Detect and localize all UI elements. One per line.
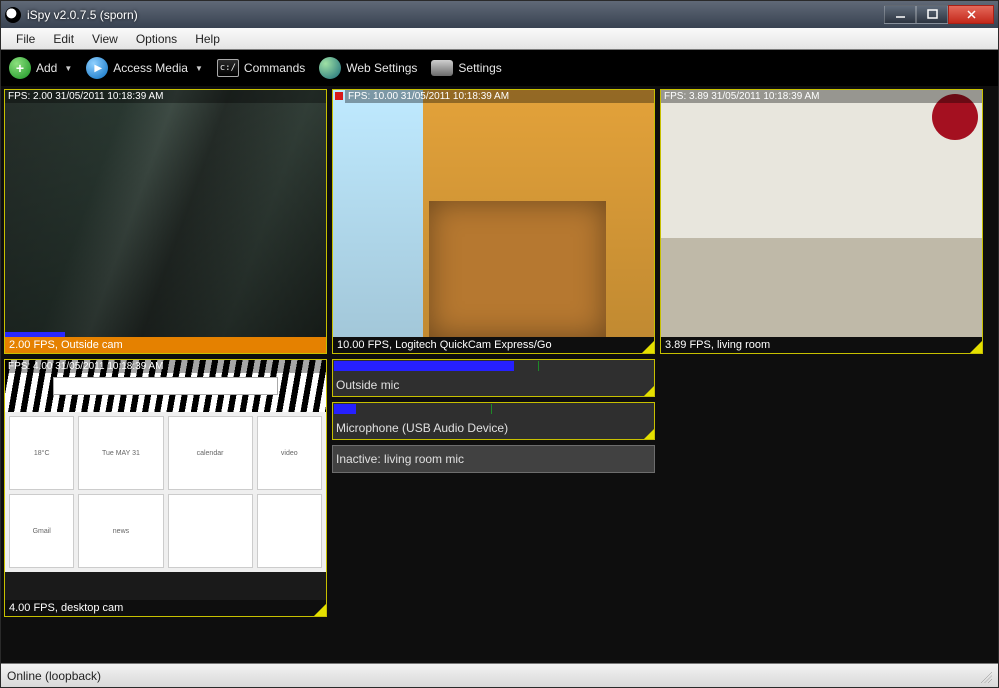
web-settings-button[interactable]: Web Settings <box>319 57 417 79</box>
misc-widget <box>257 494 322 568</box>
audio-level-icon <box>5 332 65 337</box>
globe-icon <box>319 57 341 79</box>
camera-desktop-cam[interactable]: 18°C Tue MAY 31 calendar video Gmail new… <box>4 359 327 617</box>
menubar: File Edit View Options Help <box>1 28 998 50</box>
maximize-button[interactable] <box>916 5 948 24</box>
audio-tick-icon <box>538 361 539 371</box>
video-feed: 18°C Tue MAY 31 calendar video Gmail new… <box>5 360 326 600</box>
resize-handle-icon[interactable] <box>644 429 654 439</box>
video-widget: video <box>257 416 322 490</box>
mail-widget: Gmail <box>9 494 74 568</box>
commands-button[interactable]: c:/ Commands <box>217 59 305 77</box>
audio-level-icon <box>334 361 514 371</box>
feed-caption: 10.00 FPS, Logitech QuickCam Express/Go <box>333 337 654 353</box>
news-widget: news <box>78 494 163 568</box>
close-button[interactable] <box>948 5 994 24</box>
audio-outside-mic[interactable]: Outside mic <box>332 359 655 397</box>
resize-handle-icon[interactable] <box>642 341 654 353</box>
desktop-widgets-thumb: 18°C Tue MAY 31 calendar video Gmail new… <box>5 412 326 572</box>
misc-widget <box>168 494 253 568</box>
status-text: Online (loopback) <box>7 669 101 683</box>
titlebar[interactable]: iSpy v2.0.7.5 (sporn) <box>1 1 998 28</box>
resize-handle-icon[interactable] <box>970 341 982 353</box>
browser-footer-thumb <box>5 572 326 600</box>
audio-living-room-mic[interactable]: Inactive: living room mic <box>332 445 655 473</box>
menu-help[interactable]: Help <box>186 30 229 48</box>
feed-caption: 2.00 FPS, Outside cam <box>5 337 326 353</box>
searchbar-thumb <box>53 377 278 395</box>
app-icon <box>5 7 21 23</box>
chevron-down-icon: ▼ <box>195 64 203 73</box>
web-settings-label: Web Settings <box>346 61 417 75</box>
minimize-button[interactable] <box>884 5 916 24</box>
video-feed <box>333 90 654 337</box>
window-buttons <box>884 5 994 24</box>
feed-caption: 4.00 FPS, desktop cam <box>5 600 326 616</box>
commands-label: Commands <box>244 61 305 75</box>
add-icon: + <box>9 57 31 79</box>
audio-label: Inactive: living room mic <box>336 452 464 466</box>
audio-usb-mic[interactable]: Microphone (USB Audio Device) <box>332 402 655 440</box>
app-window: iSpy v2.0.7.5 (sporn) File Edit View Opt… <box>0 0 999 688</box>
menu-file[interactable]: File <box>7 30 44 48</box>
access-media-label: Access Media <box>113 61 188 75</box>
camera-logitech[interactable]: FPS: 10.00 31/05/2011 10:18:39 AM 10.00 … <box>332 89 655 354</box>
access-media-button[interactable]: ▶ Access Media ▼ <box>86 57 203 79</box>
settings-icon <box>431 60 453 76</box>
statusbar: Online (loopback) <box>1 663 998 687</box>
settings-button[interactable]: Settings <box>431 60 501 76</box>
video-feed <box>5 90 326 337</box>
play-icon: ▶ <box>86 57 108 79</box>
record-indicator-icon <box>335 92 343 100</box>
camera-living-room[interactable]: FPS: 3.89 31/05/2011 10:18:39 AM 3.89 FP… <box>660 89 983 354</box>
resize-handle-icon[interactable] <box>314 604 326 616</box>
weather-widget: 18°C <box>9 416 74 490</box>
workspace[interactable]: FPS: 2.00 31/05/2011 10:18:39 AM 2.00 FP… <box>1 86 998 663</box>
feed-caption: 3.89 FPS, living room <box>661 337 982 353</box>
audio-label: Microphone (USB Audio Device) <box>336 421 508 435</box>
cal-widget: calendar <box>168 416 253 490</box>
camera-outside-cam[interactable]: FPS: 2.00 31/05/2011 10:18:39 AM 2.00 FP… <box>4 89 327 354</box>
browser-header-thumb <box>5 360 326 412</box>
resize-handle-icon[interactable] <box>644 386 654 396</box>
window-title: iSpy v2.0.7.5 (sporn) <box>27 8 878 22</box>
audio-tick-icon <box>491 404 492 414</box>
settings-label: Settings <box>458 61 501 75</box>
audio-level-icon <box>334 404 356 414</box>
menu-view[interactable]: View <box>83 30 127 48</box>
menu-edit[interactable]: Edit <box>44 30 83 48</box>
add-label: Add <box>36 61 57 75</box>
commands-icon: c:/ <box>217 59 239 77</box>
menu-options[interactable]: Options <box>127 30 186 48</box>
resize-grip-icon[interactable] <box>978 669 992 683</box>
add-button[interactable]: + Add ▼ <box>9 57 72 79</box>
date-widget: Tue MAY 31 <box>78 416 163 490</box>
toolbar: + Add ▼ ▶ Access Media ▼ c:/ Commands We… <box>1 50 998 86</box>
chevron-down-icon: ▼ <box>64 64 72 73</box>
video-feed <box>661 90 982 337</box>
audio-label: Outside mic <box>336 378 399 392</box>
